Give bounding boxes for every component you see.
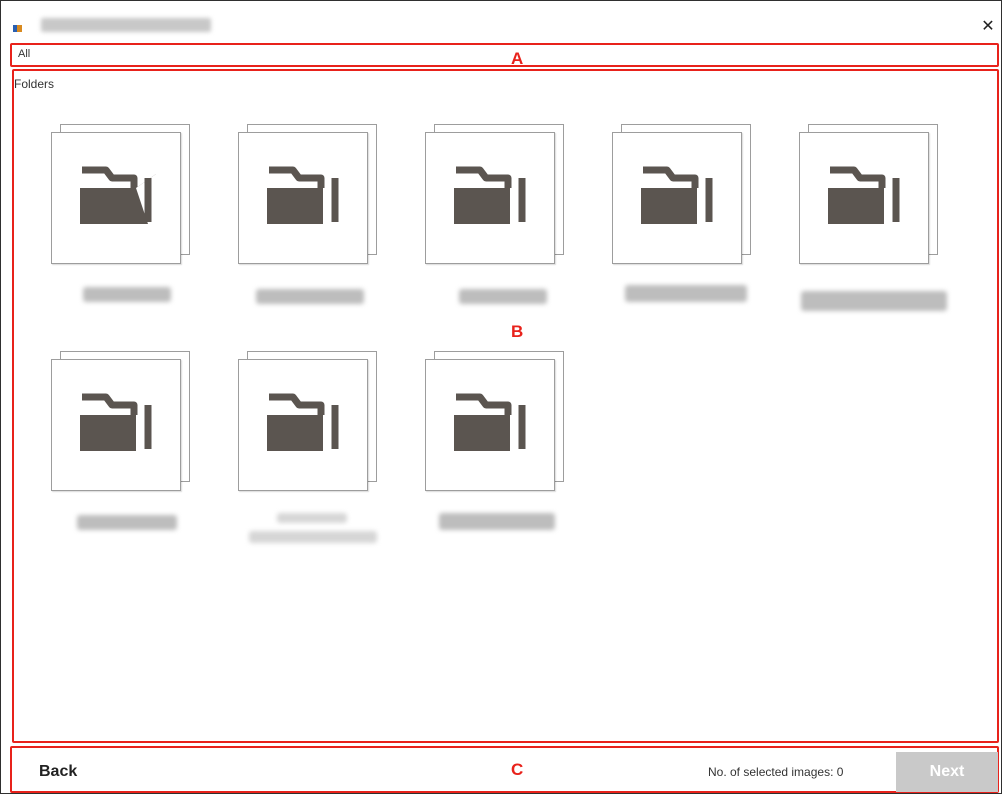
folder-label-blurred [459, 289, 547, 304]
footer-region [10, 746, 999, 793]
annotation-label-c: C [511, 760, 524, 779]
annotation-label-b: B [511, 322, 524, 341]
folder-label-blurred [439, 513, 555, 530]
folder-open-icon [641, 166, 713, 224]
folder-tile[interactable] [238, 351, 378, 491]
folder-label-blurred [625, 285, 747, 302]
app-window: ✕ All A Folders B Back C No. of selected… [0, 0, 1002, 794]
folder-open-icon [80, 166, 156, 224]
folder-open-icon [828, 166, 900, 224]
back-button[interactable]: Back [39, 763, 77, 781]
folder-label-blurred [83, 287, 171, 302]
close-button[interactable]: ✕ [980, 19, 996, 35]
folder-tile[interactable] [612, 124, 752, 264]
folder-tile[interactable] [425, 124, 565, 264]
folder-open-icon [80, 393, 152, 451]
folder-label-blurred [801, 291, 947, 311]
folder-tile[interactable] [425, 351, 565, 491]
folder-label-blurred [77, 515, 177, 530]
folders-heading: Folders [14, 77, 55, 91]
close-icon: ✕ [981, 18, 995, 35]
folder-tile[interactable] [51, 124, 191, 264]
window-title-blurred [41, 18, 211, 32]
folder-label-blurred [256, 289, 364, 304]
breadcrumb-all[interactable]: All [18, 48, 30, 60]
folder-tile[interactable] [51, 351, 191, 491]
annotation-label-a: A [511, 49, 524, 68]
folder-tile[interactable] [799, 124, 939, 264]
breadcrumb-region: All [10, 43, 999, 67]
folder-open-icon [454, 166, 526, 224]
app-icon [13, 25, 22, 32]
selected-images-count: No. of selected images: 0 [708, 765, 844, 779]
folder-open-icon [267, 166, 339, 224]
folder-label-blurred [249, 531, 377, 543]
title-bar: ✕ [1, 1, 1001, 41]
folder-open-icon [267, 393, 339, 451]
folder-tile[interactable] [238, 124, 378, 264]
next-button[interactable]: Next [896, 752, 998, 792]
folder-open-icon [454, 393, 526, 451]
folder-label-blurred [277, 513, 347, 523]
